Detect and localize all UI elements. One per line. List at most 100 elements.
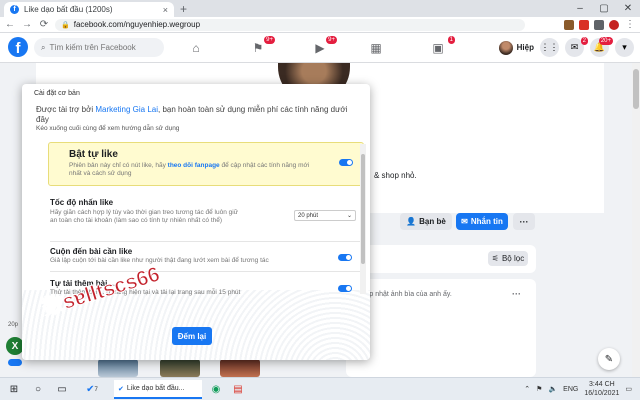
setting-title: Bật tự like: [69, 149, 118, 160]
pages-badge: 9+: [264, 36, 275, 44]
browser-tab-strip: f Like dạo bất đầu (1200s) × + – ▢ ✕: [0, 0, 640, 17]
extension-icon[interactable]: [564, 19, 574, 30]
app-badge: 7: [94, 386, 98, 393]
sponsor-prefix: Được tài trợ bởi: [36, 105, 96, 114]
pages-nav-icon[interactable]: ⚑ 9+: [245, 36, 275, 59]
network-icon[interactable]: ⚑: [536, 385, 542, 393]
clock[interactable]: 3:44 CH 16/10/2021: [584, 380, 619, 398]
popup-scrollbar-thumb[interactable]: [361, 154, 365, 264]
photo-thumbnail[interactable]: [98, 359, 138, 377]
search-icon: ⌕: [41, 42, 46, 52]
user-name: Hiệp: [516, 43, 534, 52]
groups-badge: 1: [447, 36, 455, 44]
omnibox[interactable]: 🔒 facebook.com/nguyenhiep.wegroup: [55, 18, 525, 31]
task-view-icon[interactable]: ▭: [54, 381, 70, 398]
friends-button[interactable]: 👤 Bạn bè: [400, 213, 452, 230]
page-scrollbar[interactable]: [632, 63, 640, 377]
user-chip[interactable]: Hiệp: [498, 40, 534, 55]
url-text: facebook.com/nguyenhiep.wegroup: [73, 20, 201, 29]
search-box[interactable]: ⌕: [34, 38, 164, 57]
setting-description: Giả lập cuộn tới bài cần like như người …: [50, 257, 269, 264]
extension-icon[interactable]: [579, 19, 589, 30]
menu-grid-icon[interactable]: ⋮⋮: [540, 38, 559, 57]
marketplace-nav-icon[interactable]: ▦: [363, 37, 389, 59]
file-explorer-icon[interactable]: ▤: [230, 381, 246, 398]
taskbar-browser-window[interactable]: ✔ Like dạo bất đầu...: [114, 380, 202, 399]
notifications-icon[interactable]: 🔔 20+: [590, 37, 613, 57]
chevron-down-icon: ⌄: [346, 213, 352, 219]
follow-fanpage-link[interactable]: theo dõi fanpage: [168, 162, 220, 169]
account-chevron-icon[interactable]: ▾: [615, 38, 634, 57]
notifications-badge: 20+: [598, 37, 613, 45]
photo-thumbnail[interactable]: [160, 359, 200, 377]
popup-header: Cài đặt cơ bản: [34, 90, 80, 97]
watch-nav-icon[interactable]: ▶ 9+: [307, 36, 337, 59]
browser-menu-icon[interactable]: ⋮: [624, 19, 636, 30]
more-button[interactable]: ···: [513, 213, 535, 230]
tab-title: Like dạo bất đầu (1200s): [24, 5, 113, 14]
header-right: Hiệp ⋮⋮ ✉ 2 🔔 20+ ▾: [498, 37, 634, 57]
like-speed-select[interactable]: 20 phút ⌄: [294, 210, 356, 221]
app-icon[interactable]: ✔ 7: [80, 381, 104, 398]
photo-thumbnail[interactable]: [220, 359, 260, 377]
friends-icon: 👤: [406, 217, 417, 226]
forward-button[interactable]: →: [21, 19, 33, 30]
lock-icon: 🔒: [61, 21, 70, 29]
desc-text: Phiên bản này chỉ có nút like, hãy: [69, 162, 168, 169]
sponsor-brand-link[interactable]: Marketing Gia Lai: [95, 105, 158, 114]
setting-title: Tốc độ nhấn like: [50, 198, 114, 207]
extensions-puzzle-icon[interactable]: [594, 19, 604, 30]
autoload-toggle[interactable]: [338, 285, 352, 292]
language-indicator[interactable]: ENG: [563, 386, 578, 393]
recount-button[interactable]: Đếm lại: [172, 327, 212, 345]
back-button[interactable]: ←: [4, 19, 16, 30]
setting-description: Phiên bản này chỉ có nút like, hãy theo …: [69, 162, 319, 178]
chrome-icon[interactable]: ◉: [208, 381, 224, 398]
home-nav-icon[interactable]: ⌂: [183, 37, 209, 59]
windows-start-icon[interactable]: ⊞: [6, 381, 22, 398]
maximize-button[interactable]: ▢: [592, 0, 616, 17]
clock-time: 3:44 CH: [589, 381, 615, 388]
filter-icon: ⚟: [491, 254, 499, 263]
volume-icon[interactable]: 🔈: [548, 385, 557, 393]
facebook-favicon-icon: f: [10, 5, 19, 14]
setting-row-scroll: Cuộn đến bài cần like Giả lập cuộn tới b…: [50, 244, 362, 272]
messenger-icon[interactable]: ✉ 2: [565, 37, 588, 57]
search-icon[interactable]: ○: [30, 381, 46, 398]
watch-badge: 9+: [326, 36, 337, 44]
sponsor-text: Được tài trợ bởi Marketing Gia Lai, bạn …: [36, 105, 358, 125]
messenger-icon: ✉: [461, 217, 468, 226]
widget-toggle[interactable]: [8, 359, 22, 366]
setting-title: Cuộn đến bài cần like: [50, 247, 133, 256]
reload-button[interactable]: ⟳: [38, 19, 50, 30]
profile-icon[interactable]: [609, 19, 619, 30]
avatar: [498, 40, 513, 55]
tray-up-icon[interactable]: ⌃: [524, 385, 530, 393]
popup-scrollbar[interactable]: [360, 144, 366, 294]
browser-tab[interactable]: f Like dạo bất đầu (1200s) ×: [4, 2, 174, 17]
groups-nav-icon[interactable]: ▣ 1: [425, 36, 455, 59]
windows-taskbar: ⊞ ○ ▭ ✔ 7 ✔ Like dạo bất đầu... ◉ ▤ ⌃ ⚑ 🔈…: [0, 377, 640, 400]
compose-edit-icon[interactable]: ✎: [598, 348, 620, 370]
search-input[interactable]: [49, 43, 150, 52]
timer-label: 20p: [8, 322, 19, 328]
facebook-logo[interactable]: f: [8, 37, 28, 57]
tab-close-icon[interactable]: ×: [163, 5, 168, 15]
scrollbar-thumb[interactable]: [633, 69, 639, 109]
filter-button[interactable]: ⚟ Bộ lọc: [488, 251, 528, 266]
clock-date: 16/10/2021: [584, 390, 620, 397]
messenger-badge: 2: [580, 37, 588, 45]
post-menu-icon[interactable]: ···: [512, 289, 521, 299]
close-window-button[interactable]: ✕: [616, 0, 640, 17]
window-controls: – ▢ ✕: [568, 0, 640, 17]
minimize-button[interactable]: –: [568, 0, 592, 17]
message-button[interactable]: ✉ Nhắn tin: [456, 213, 508, 230]
bio-text: & shop nhỏ.: [374, 171, 417, 180]
facebook-header: f ⌕ ⌂ ⚑9+ ▶9+ ▦ ▣1 Hiệp ⋮⋮ ✉2 🔔20+ ▾: [0, 33, 640, 63]
new-tab-button[interactable]: +: [180, 3, 187, 15]
scroll-toggle[interactable]: [338, 254, 352, 261]
notification-center-icon[interactable]: ▭: [625, 385, 632, 393]
auto-like-toggle[interactable]: [339, 159, 353, 166]
setting-row-auto-like: Bật tự like Phiên bản này chỉ có nút lik…: [48, 142, 364, 186]
usage-hint: Kéo xuống cuối cùng để xem hướng dẫn sử …: [36, 125, 180, 132]
